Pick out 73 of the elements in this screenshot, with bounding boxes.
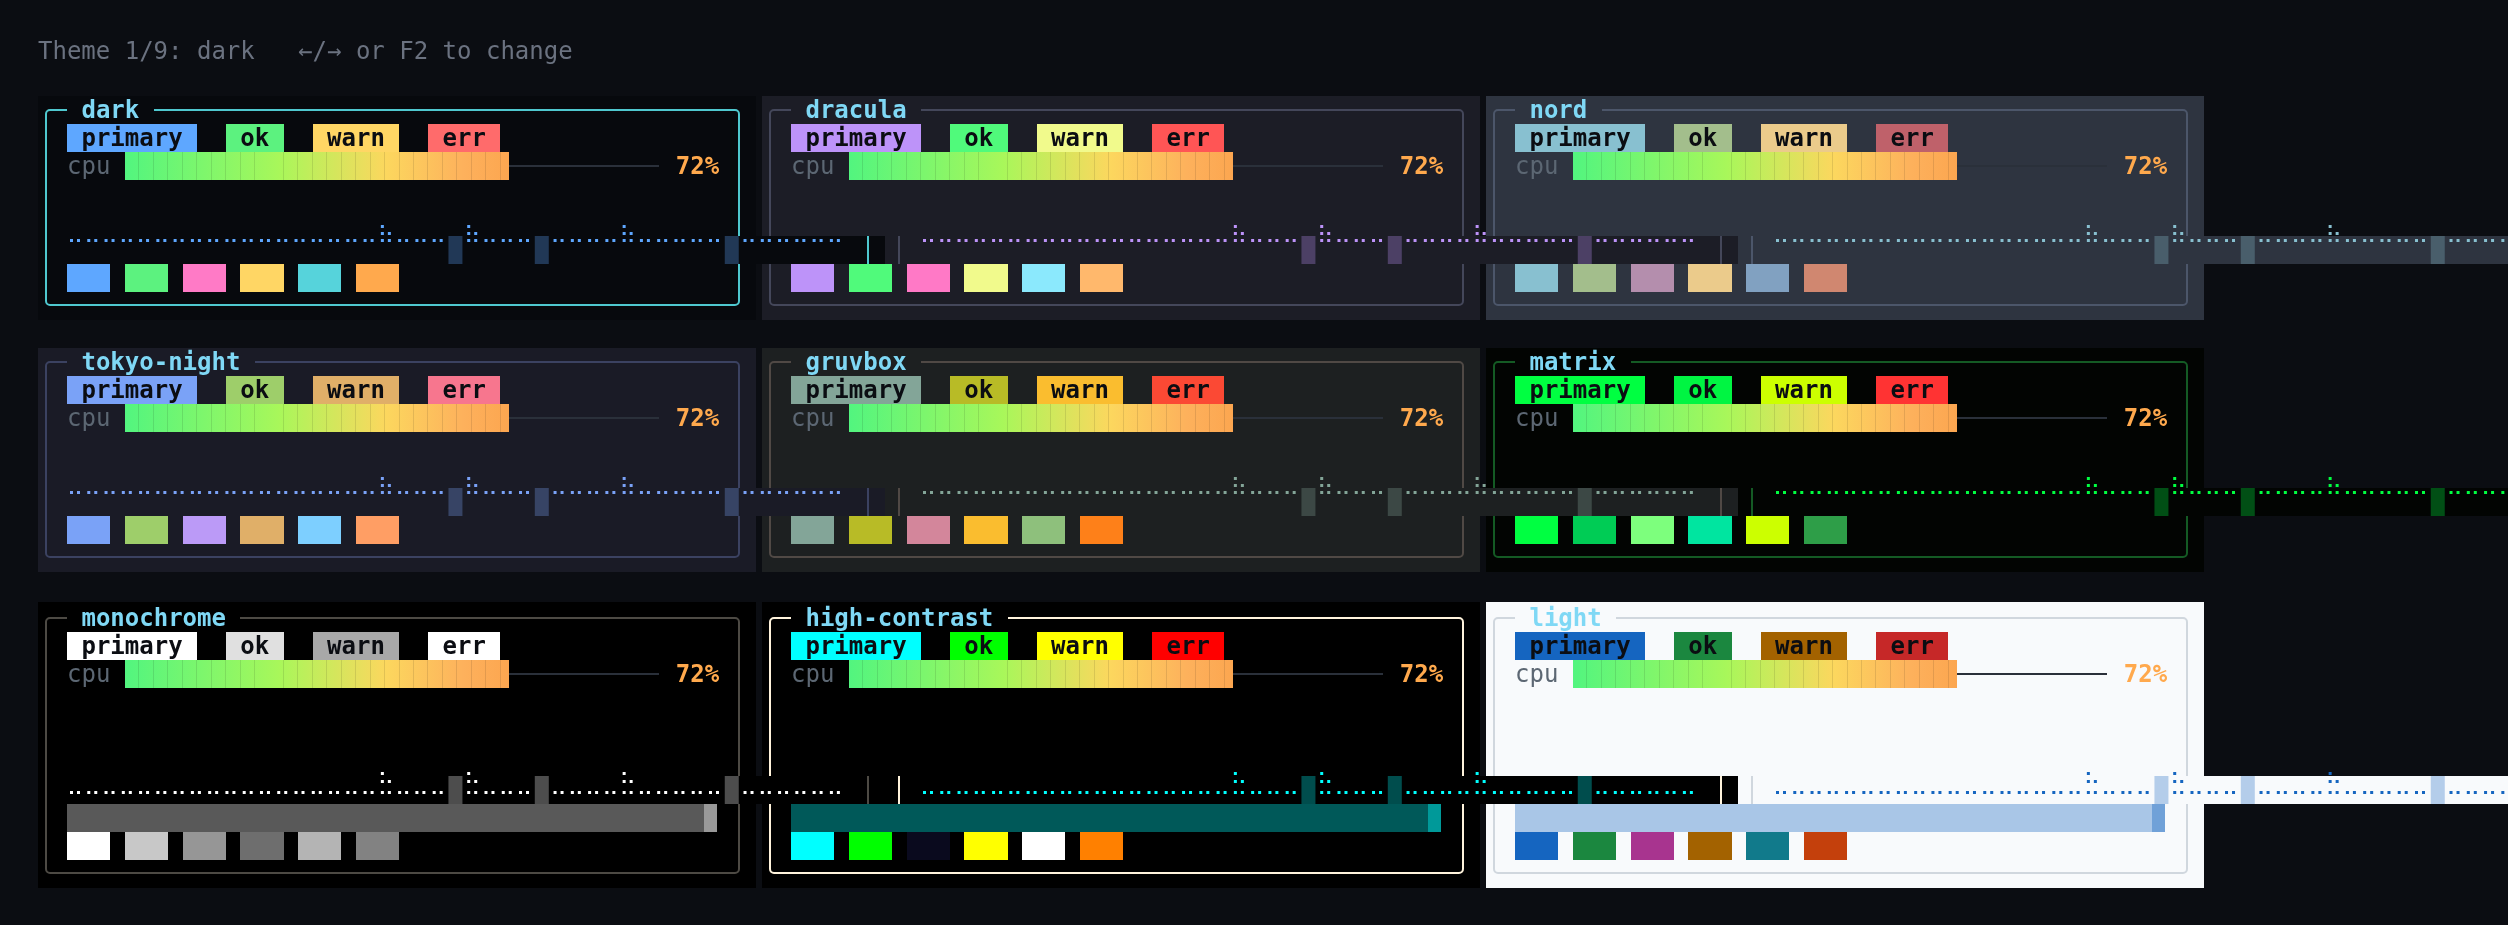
color-tag: ok [225, 632, 284, 660]
meter-reading: 72% [1399, 660, 1444, 688]
meter-label: cpu [791, 404, 835, 432]
color-tag: ok [1673, 632, 1732, 660]
meter-label: cpu [67, 660, 111, 688]
meter-label: cpu [1515, 404, 1559, 432]
color-tag: warn [1760, 124, 1848, 152]
sparkline-bar [448, 776, 463, 804]
color-tag: ok [949, 124, 1008, 152]
color-tag: primary [1515, 632, 1646, 660]
meter-reading: 72% [675, 660, 720, 688]
color-tag: primary [791, 124, 922, 152]
color-tag: warn [1760, 632, 1848, 660]
meter-label: cpu [67, 404, 111, 432]
color-tag: ok [225, 124, 284, 152]
color-tag: primary [1515, 124, 1646, 152]
color-tag: warn [1036, 376, 1124, 404]
color-tag: err [428, 632, 501, 660]
color-tag: err [428, 124, 501, 152]
theme-title: dark [80, 96, 141, 124]
color-tag: primary [791, 632, 922, 660]
meter-label: cpu [791, 660, 835, 688]
color-tag: primary [67, 376, 198, 404]
theme-title: monochrome [80, 604, 227, 632]
color-tag: ok [225, 376, 284, 404]
color-tag: err [1152, 376, 1225, 404]
sparkline-bar [2154, 236, 2169, 264]
key-hint: ←/→ or F2 to change [298, 37, 573, 65]
color-tag: err [428, 376, 501, 404]
theme-title: tokyo-night [80, 348, 242, 376]
color-tag: warn [312, 632, 400, 660]
sparkline-bar [1301, 236, 1316, 264]
meter-reading: 72% [675, 404, 720, 432]
sparkline-bar [1301, 488, 1316, 516]
meter-reading: 72% [2123, 404, 2168, 432]
color-tag: err [1876, 632, 1949, 660]
color-tag: ok [949, 376, 1008, 404]
color-tag: ok [949, 632, 1008, 660]
color-tag: warn [1036, 632, 1124, 660]
theme-title: gruvbox [804, 348, 908, 376]
sparkline-bar [1301, 776, 1316, 804]
color-tag: warn [1760, 376, 1848, 404]
meter-label: cpu [1515, 660, 1559, 688]
sparkline-bar [448, 488, 463, 516]
color-tag: primary [791, 376, 922, 404]
theme-title: light [1528, 604, 1603, 632]
color-tag: err [1876, 376, 1949, 404]
color-tag: err [1152, 124, 1225, 152]
color-tag: primary [67, 124, 198, 152]
color-tag: primary [67, 632, 198, 660]
meter-reading: 72% [1399, 404, 1444, 432]
theme-title: matrix [1528, 348, 1618, 376]
meter-reading: 72% [2123, 660, 2168, 688]
theme-title: nord [1528, 96, 1589, 124]
theme-title: high-contrast [804, 604, 995, 632]
meter-reading: 72% [675, 152, 720, 180]
color-tag: ok [1673, 376, 1732, 404]
sparkline-bar [448, 236, 463, 264]
theme-title: dracula [804, 96, 908, 124]
meter-reading: 72% [2123, 152, 2168, 180]
meter-label: cpu [67, 152, 111, 180]
color-tag: err [1152, 632, 1225, 660]
theme-indicator: Theme 1/9: dark [38, 37, 255, 65]
color-tag: warn [312, 376, 400, 404]
color-tag: primary [1515, 376, 1646, 404]
meter-reading: 72% [1399, 152, 1444, 180]
color-tag: warn [312, 124, 400, 152]
sparkline-bar [2154, 776, 2169, 804]
color-tag: warn [1036, 124, 1124, 152]
color-tag: ok [1673, 124, 1732, 152]
meter-label: cpu [791, 152, 835, 180]
sparkline-bar [2154, 488, 2169, 516]
color-tag: err [1876, 124, 1949, 152]
